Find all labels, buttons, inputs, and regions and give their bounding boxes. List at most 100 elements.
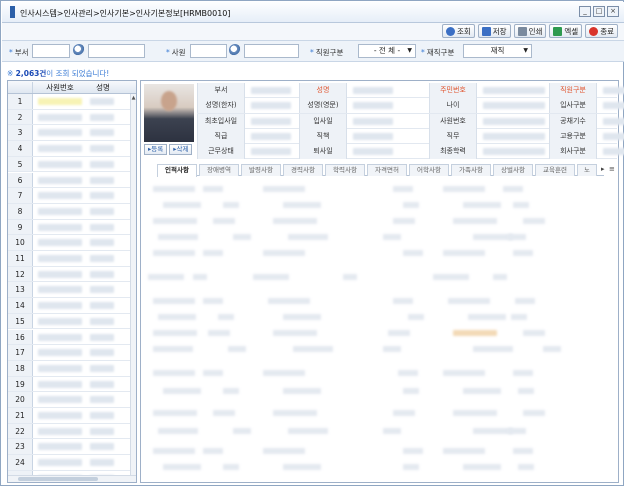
scroll-thumb[interactable] bbox=[18, 477, 98, 481]
table-row[interactable]: 7 bbox=[8, 188, 130, 204]
content-placeholder bbox=[518, 464, 534, 470]
emp-no-cell bbox=[38, 427, 82, 435]
table-row[interactable]: 24 bbox=[8, 455, 130, 471]
emp-search-icon[interactable] bbox=[229, 44, 241, 56]
table-row[interactable]: 23 bbox=[8, 439, 130, 456]
table-row[interactable]: 20 bbox=[8, 392, 130, 408]
emp-no-cell bbox=[38, 302, 82, 310]
content-placeholder bbox=[153, 330, 197, 336]
minimize-button[interactable]: _ bbox=[579, 6, 591, 17]
content-placeholder bbox=[263, 186, 305, 192]
dept-search-icon[interactable] bbox=[73, 44, 85, 56]
app-window: 인사시스템>인사관리>인사기본>인사기본정보[HRMB0010] _ □ × 조… bbox=[0, 0, 624, 486]
tab-list-icon[interactable]: ≡ bbox=[609, 165, 615, 173]
photo-delete-button[interactable]: ▸삭제 bbox=[169, 144, 193, 155]
col-name[interactable]: 성명 bbox=[88, 82, 118, 93]
maximize-button[interactable]: □ bbox=[593, 6, 605, 17]
photo-register-button[interactable]: ▸등록 bbox=[144, 144, 168, 155]
table-row[interactable]: 22 bbox=[8, 423, 130, 440]
content-placeholder bbox=[443, 370, 485, 376]
tab-9[interactable]: 교육훈련 bbox=[535, 164, 575, 176]
table-row[interactable]: 19 bbox=[8, 376, 130, 393]
tab-10[interactable]: 노 bbox=[577, 164, 597, 176]
emp-code-input[interactable] bbox=[190, 44, 227, 58]
table-row[interactable]: 8 bbox=[8, 203, 130, 220]
print-icon bbox=[517, 26, 527, 36]
content-placeholder bbox=[283, 202, 321, 208]
field-label: 직무 bbox=[429, 128, 477, 144]
tab-0[interactable]: 인적사항 bbox=[157, 164, 197, 177]
tab-8[interactable]: 상벌사항 bbox=[493, 164, 533, 176]
content-placeholder bbox=[453, 410, 497, 416]
jobtype-select[interactable]: - 전 체 - ▼ bbox=[358, 44, 416, 58]
content-placeholder bbox=[393, 218, 415, 224]
tab-3[interactable]: 경력사항 bbox=[283, 164, 323, 176]
row-number: 12 bbox=[8, 266, 33, 282]
content-placeholder bbox=[403, 388, 419, 394]
table-row[interactable]: 11 bbox=[8, 251, 130, 267]
emp-no-cell bbox=[38, 207, 82, 215]
row-number: 1 bbox=[8, 94, 33, 109]
dept-name-input[interactable] bbox=[88, 44, 145, 58]
table-row[interactable]: 2 bbox=[8, 109, 130, 126]
print-button[interactable]: 인쇄 bbox=[513, 24, 547, 38]
excel-button[interactable]: 엑셀 bbox=[549, 24, 583, 38]
content-placeholder bbox=[473, 234, 513, 240]
tab-4[interactable]: 학력사항 bbox=[325, 164, 365, 176]
content-placeholder bbox=[443, 250, 485, 256]
content-placeholder bbox=[233, 428, 251, 434]
tab-7[interactable]: 가족사항 bbox=[451, 164, 491, 176]
search-button-label: 조회 bbox=[456, 26, 471, 36]
tab-5[interactable]: 자격면허 bbox=[367, 164, 407, 176]
table-row[interactable]: 13 bbox=[8, 282, 130, 299]
content-placeholder bbox=[213, 410, 235, 416]
info-table: 부서 성명 주민번호 직원구분 성명(한자) 성명(영문) 나이 입사구분 최초입사일 입사일 사원… bbox=[197, 83, 624, 160]
scroll-up-icon[interactable]: ▲ bbox=[131, 95, 136, 101]
field-label: 직급 bbox=[197, 128, 245, 144]
employee-grid: 사원번호 성명 1 2 3 4 5 6 7 8 9 10 11 12 13 14 15 16 17 18 19 20 2… bbox=[7, 80, 137, 483]
content-placeholder bbox=[513, 370, 533, 376]
grid-vertical-scrollbar[interactable]: ▲ bbox=[130, 94, 136, 475]
close-button[interactable]: × bbox=[607, 6, 619, 17]
table-row[interactable]: 21 bbox=[8, 408, 130, 424]
info-row: 성명(한자) 성명(영문) 나이 입사구분 bbox=[197, 98, 624, 114]
col-emp-no[interactable]: 사원번호 bbox=[36, 82, 84, 93]
tab-scroll-right-icon[interactable]: ▸ bbox=[601, 165, 605, 173]
table-row[interactable]: 12 bbox=[8, 266, 130, 283]
table-row[interactable]: 6 bbox=[8, 172, 130, 189]
table-row[interactable]: 3 bbox=[8, 125, 130, 142]
table-row[interactable]: 9 bbox=[8, 219, 130, 236]
emp-no-cell bbox=[38, 176, 82, 184]
field-value bbox=[603, 117, 624, 125]
result-count: ※ 2,063건이 조회 되었습니다! bbox=[7, 69, 110, 78]
grid-horizontal-scrollbar[interactable] bbox=[8, 475, 136, 482]
emp-name-input[interactable] bbox=[244, 44, 299, 58]
table-row[interactable]: 1 bbox=[8, 94, 130, 110]
dept-code-input[interactable] bbox=[32, 44, 70, 58]
emp-no-cell bbox=[38, 317, 82, 325]
print-button-label: 인쇄 bbox=[528, 26, 543, 36]
table-row[interactable]: 15 bbox=[8, 313, 130, 330]
name-cell bbox=[90, 145, 114, 153]
exit-button[interactable]: 종료 bbox=[585, 24, 618, 38]
table-row[interactable]: 5 bbox=[8, 156, 130, 173]
tab-6[interactable]: 어학사항 bbox=[409, 164, 449, 176]
table-row[interactable]: 4 bbox=[8, 141, 130, 157]
content-placeholder bbox=[403, 202, 419, 208]
table-row[interactable]: 16 bbox=[8, 329, 130, 346]
emp-no-cell bbox=[38, 364, 82, 372]
field-value bbox=[251, 132, 291, 140]
table-row[interactable]: 17 bbox=[8, 345, 130, 361]
table-row[interactable]: 18 bbox=[8, 360, 130, 377]
field-label: 부서 bbox=[197, 83, 245, 98]
tab-1[interactable]: 장애병역 bbox=[199, 164, 239, 176]
content-placeholder bbox=[283, 464, 321, 470]
content-placeholder bbox=[463, 202, 501, 208]
table-row[interactable]: 10 bbox=[8, 235, 130, 251]
field-label: 최종학력 bbox=[429, 144, 477, 160]
status-select[interactable]: 재직 ▼ bbox=[463, 44, 532, 58]
tab-2[interactable]: 발령사항 bbox=[241, 164, 281, 176]
table-row[interactable]: 14 bbox=[8, 298, 130, 314]
search-button[interactable]: 조회 bbox=[441, 24, 475, 38]
save-button[interactable]: 저장 bbox=[477, 24, 511, 38]
